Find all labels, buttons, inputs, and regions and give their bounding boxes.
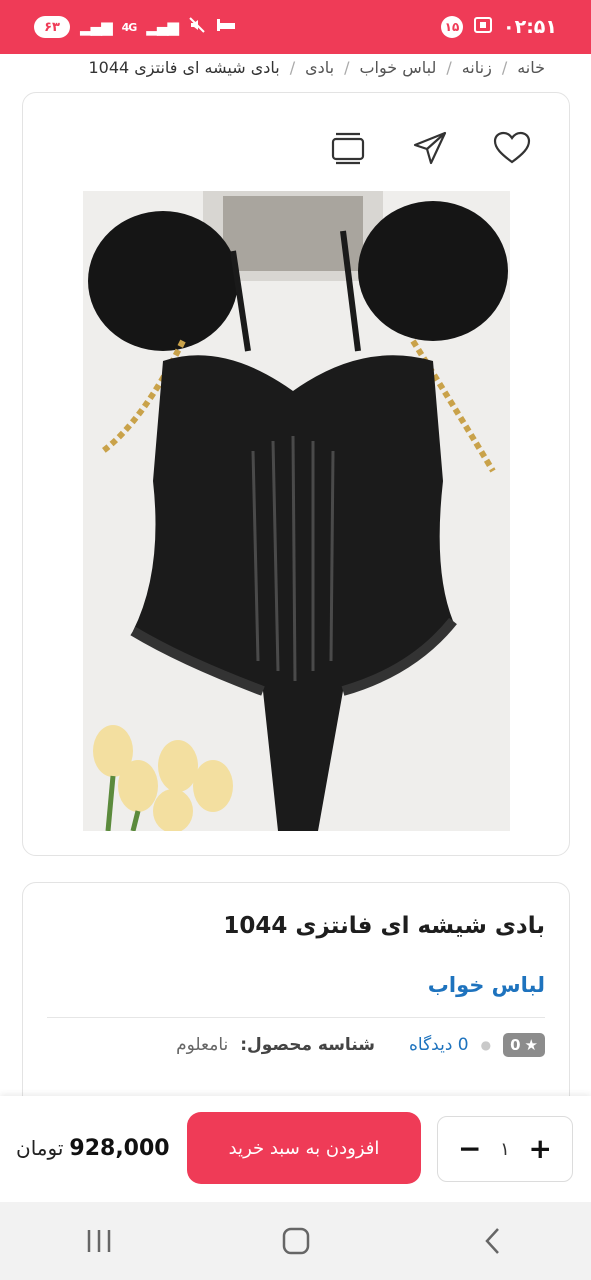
notification-badge: ۱۵ [441,16,463,38]
status-bar-right: ۱۵ ۰۲:۵۱ [441,16,557,39]
purchase-bar: + ۱ − افزودن به سبد خرید 928,000 تومان [0,1096,591,1202]
back-icon [484,1228,499,1254]
breadcrumb-separator: / [344,57,350,77]
gallery-icon [331,132,365,165]
product-title: بادی شیشه ای فانتزی 1044 [223,913,545,939]
product-category-link[interactable]: لباس خواب [428,973,545,997]
status-bar: ۶۳ ▂▄▆ 4G ▂▄▆ ۱۵ ۰۲:۵۱ [0,0,591,54]
breadcrumb-bodysuit[interactable]: بادی [305,58,334,77]
product-image-card [22,92,570,856]
breadcrumb-separator: / [289,57,296,77]
breadcrumb: خانه / زنانه / لباس خواب / بادی / بادی ش… [40,54,545,80]
breadcrumb-current: بادی شیشه ای فانتزی 1044 [88,57,280,77]
breadcrumb-separator: / [446,57,452,77]
back-button[interactable] [463,1216,523,1266]
product-info-card: بادی شیشه ای فانتزی 1044 لباس خواب 0 ★ ●… [22,882,570,1122]
home-icon [282,1227,309,1255]
rating-badge: 0 ★ [503,1033,545,1057]
network-type-icon: 4G [121,20,138,34]
separator-dot: ● [480,1038,492,1052]
decrease-quantity-button[interactable]: − [458,1135,481,1163]
rating-value: 0 [510,1036,521,1054]
clock: ۰۲:۵۱ [503,16,557,38]
recent-apps-icon [87,1230,110,1252]
wishlist-button[interactable] [491,127,533,169]
send-icon [413,131,447,165]
home-button[interactable] [266,1216,326,1266]
breadcrumb-home[interactable]: خانه [517,58,545,77]
price-value: 928,000 [69,1136,170,1161]
bodysuit-illustration [83,191,510,831]
breadcrumb-nightwear[interactable]: لباس خواب [359,58,436,77]
product-meta-row: 0 ★ ● 0 دیدگاه شناسه محصول: نامعلوم [47,1033,545,1057]
price-currency: تومان [16,1136,64,1160]
breadcrumb-separator: / [501,57,508,77]
sku-label: شناسه محصول: [240,1035,375,1055]
price: 928,000 تومان [16,1136,170,1161]
divider [47,1017,545,1018]
quantity-value[interactable]: ۱ [500,1139,510,1160]
signal-icon: ▂▄▆ [80,18,113,36]
screenshot-icon [473,16,493,39]
increase-quantity-button[interactable]: + [529,1135,552,1163]
add-to-cart-button[interactable]: افزودن به سبد خرید [187,1112,421,1184]
product-actions [327,127,533,169]
heart-icon [493,131,531,164]
star-icon: ★ [524,1036,538,1054]
sku-value: نامعلوم [176,1035,229,1055]
sleep-icon [216,17,236,37]
recent-apps-button[interactable] [69,1216,129,1266]
system-nav-bar [0,1202,591,1280]
breadcrumb-women[interactable]: زنانه [462,58,492,77]
signal-icon-2: ▂▄▆ [146,18,179,36]
quantity-stepper: + ۱ − [437,1116,573,1182]
status-bar-left: ۶۳ ▂▄▆ 4G ▂▄▆ [34,16,236,38]
share-button[interactable] [409,127,451,169]
reviews-link[interactable]: 0 دیدگاه [409,1035,469,1055]
mute-icon [188,16,206,38]
battery-indicator: ۶۳ [34,16,70,38]
gallery-button[interactable] [327,127,369,169]
product-photo[interactable] [83,191,510,831]
